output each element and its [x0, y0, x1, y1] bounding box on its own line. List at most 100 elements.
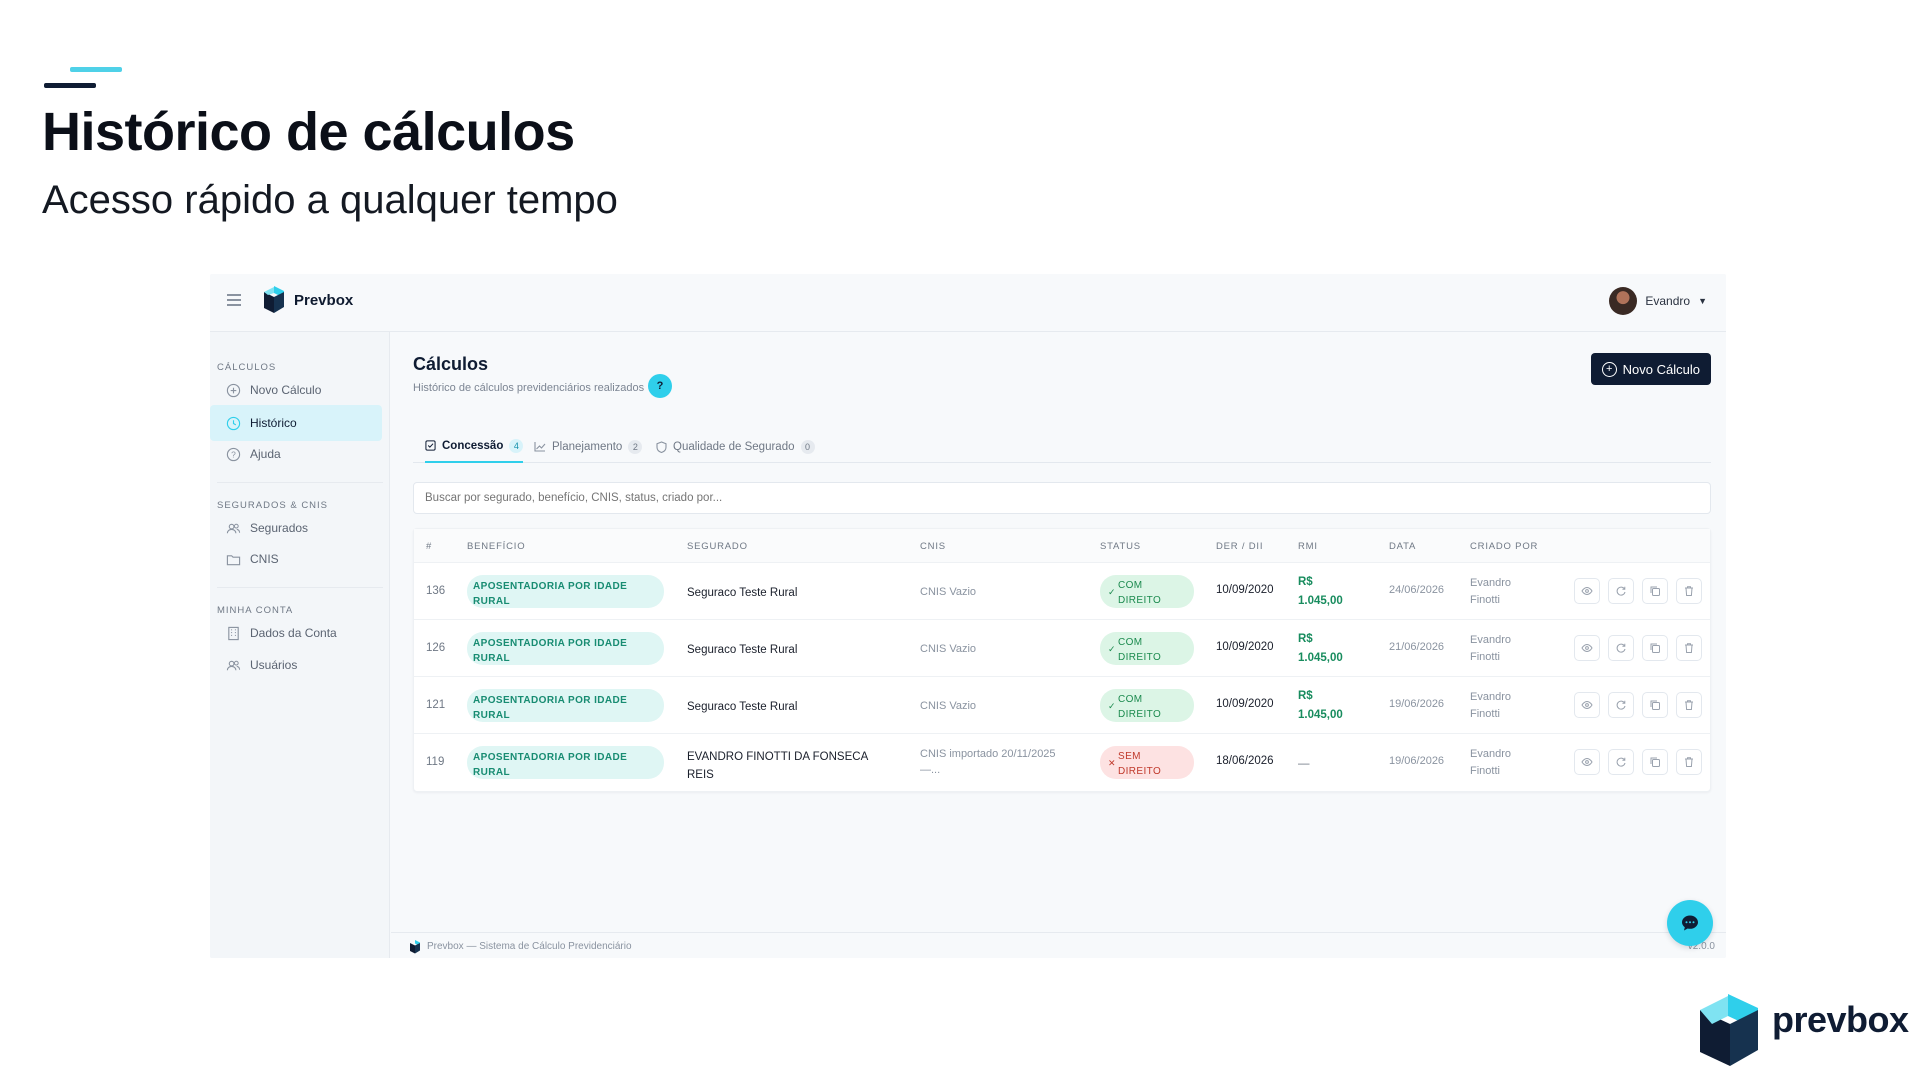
table-row[interactable]: 121 APOSENTADORIA POR IDADE RURAL Seguraco … — [414, 677, 1710, 734]
eye-button[interactable] — [1574, 749, 1600, 775]
rmi-line: R$ — [1298, 576, 1313, 588]
refresh-button[interactable] — [1608, 749, 1634, 775]
column-header[interactable]: SEGURADO — [687, 541, 748, 552]
sidebar-item-dados-da-conta[interactable]: Dados da Conta — [210, 615, 382, 651]
benefit-line: RURAL — [473, 653, 510, 664]
sidebar-item-novo-calculo[interactable]: Novo Cálculo — [210, 372, 382, 408]
cnis-info: CNIS Vazio — [920, 641, 1070, 657]
trash-button[interactable] — [1676, 635, 1702, 661]
sidebar-item-cnis[interactable]: CNIS — [210, 541, 382, 577]
created-by-line: Finotti — [1470, 708, 1500, 720]
eye-button[interactable] — [1574, 635, 1600, 661]
prevbox-brand-logo-icon — [1700, 994, 1758, 1066]
der-date: 18/06/2026 — [1216, 755, 1274, 767]
chart-line-icon — [534, 442, 546, 452]
table-row[interactable]: 119 APOSENTADORIA POR IDADE RURAL EVANDRO F… — [414, 734, 1710, 791]
tab-count: 0 — [800, 439, 815, 454]
benefit-badge: APOSENTADORIA POR IDADE RURAL — [467, 746, 664, 779]
trash-button[interactable] — [1676, 749, 1702, 775]
sidebar-item-label: Histórico — [250, 416, 297, 430]
column-header[interactable]: DATA — [1389, 541, 1416, 552]
checkbox-icon — [425, 440, 436, 451]
novo-calculo-button[interactable]: + Novo Cálculo — [1590, 353, 1711, 385]
sidebar-item-ajuda[interactable]: ? Ajuda — [210, 436, 382, 472]
slide-title: Histórico de cálculos — [42, 102, 575, 162]
rmi-value: — — [1298, 755, 1310, 774]
status-badge: ✓ COM DIREITO — [1100, 632, 1194, 665]
top-bar: Prevbox Evandro ▼ — [210, 274, 1726, 332]
prevbox-logo-icon — [410, 940, 420, 954]
table-row[interactable]: 126 APOSENTADORIA POR IDADE RURAL Seguraco … — [414, 620, 1710, 677]
trash-icon — [1683, 699, 1695, 711]
sidebar-item-usuarios[interactable]: Usuários — [210, 647, 382, 683]
trash-button[interactable] — [1676, 692, 1702, 718]
cnis-info: CNIS Vazio — [920, 698, 1070, 714]
cnis-line: CNIS Vazio — [920, 586, 977, 598]
row-actions — [1574, 692, 1702, 718]
sidebar: CÁLCULOS Novo Cálculo Histórico ? Ajuda … — [210, 332, 390, 958]
segurado-line: REIS — [687, 769, 714, 781]
tab-label: Qualidade de Segurado — [673, 440, 795, 453]
help-badge[interactable]: ? — [648, 374, 672, 398]
rmi-line: 1.045,00 — [1298, 652, 1343, 664]
sidebar-item-label: Segurados — [250, 521, 309, 535]
brand-name[interactable]: Prevbox — [294, 292, 353, 309]
tab-count: 4 — [509, 438, 524, 453]
status-badge: ✓ COM DIREITO — [1100, 689, 1194, 722]
menu-icon[interactable] — [227, 294, 241, 306]
column-header[interactable]: RMI — [1298, 541, 1318, 552]
accent-bar-navy — [44, 83, 96, 88]
copy-icon — [1649, 756, 1661, 768]
refresh-icon — [1615, 642, 1627, 654]
trash-button[interactable] — [1676, 578, 1702, 604]
created-by-line: Finotti — [1470, 651, 1500, 663]
copy-button[interactable] — [1642, 749, 1668, 775]
rmi-value: R$ 1.045,00 — [1298, 687, 1343, 725]
column-header[interactable]: # — [426, 541, 432, 552]
refresh-button[interactable] — [1608, 635, 1634, 661]
question-circle-icon: ? — [225, 446, 241, 462]
prevbox-logo-icon[interactable] — [262, 286, 286, 314]
chat-button[interactable] — [1667, 900, 1713, 946]
table-row[interactable]: 136 APOSENTADORIA POR IDADE RURAL Seguraco … — [414, 563, 1710, 620]
column-header[interactable]: STATUS — [1100, 541, 1141, 552]
column-header[interactable]: CNIS — [920, 541, 946, 552]
plus-circle-icon — [225, 382, 241, 398]
refresh-button[interactable] — [1608, 578, 1634, 604]
status-line: COM — [1118, 694, 1143, 705]
status-line: COM — [1118, 580, 1143, 591]
rmi-line: R$ — [1298, 690, 1313, 702]
status-badge: ✕ SEM DIREITO — [1100, 746, 1194, 779]
column-header[interactable]: BENEFÍCIO — [467, 541, 525, 552]
user-menu[interactable]: Evandro ▼ — [1609, 287, 1707, 315]
search-input[interactable] — [413, 482, 1711, 514]
column-header[interactable]: CRIADO POR — [1470, 541, 1538, 552]
copy-icon — [1649, 642, 1661, 654]
avatar[interactable] — [1609, 287, 1638, 315]
eye-button[interactable] — [1574, 692, 1600, 718]
refresh-button[interactable] — [1608, 692, 1634, 718]
copy-icon — [1649, 699, 1661, 711]
cnis-line: CNIS Vazio — [920, 643, 977, 655]
check-icon: ✓ — [1108, 701, 1116, 711]
column-header[interactable]: DER / DII — [1216, 541, 1263, 552]
accent-bar-cyan — [70, 67, 122, 72]
copy-button[interactable] — [1642, 635, 1668, 661]
refresh-icon — [1615, 585, 1627, 597]
created-by-line: Evandro — [1470, 577, 1511, 589]
copy-button[interactable] — [1642, 578, 1668, 604]
tab-planejamento[interactable]: Planejamento 2 — [534, 430, 643, 463]
segurado-line: Seguraco Teste Rural — [687, 587, 798, 599]
tab-concessao[interactable]: Concessão 4 — [425, 430, 524, 463]
copy-button[interactable] — [1642, 692, 1668, 718]
der-date: 10/09/2020 — [1216, 698, 1274, 710]
status-line: DIREITO — [1118, 766, 1162, 777]
eye-button[interactable] — [1574, 578, 1600, 604]
created-date: 21/06/2026 — [1389, 641, 1445, 653]
trash-icon — [1683, 642, 1695, 654]
created-by-line: Finotti — [1470, 594, 1500, 606]
sidebar-item-label: CNIS — [250, 552, 279, 566]
cnis-info: CNIS importado 20/11/2025 —... — [920, 746, 1070, 778]
tab-qualidade-de-segurado[interactable]: Qualidade de Segurado 0 — [656, 430, 815, 463]
created-by: Evandro Finotti — [1470, 575, 1511, 609]
